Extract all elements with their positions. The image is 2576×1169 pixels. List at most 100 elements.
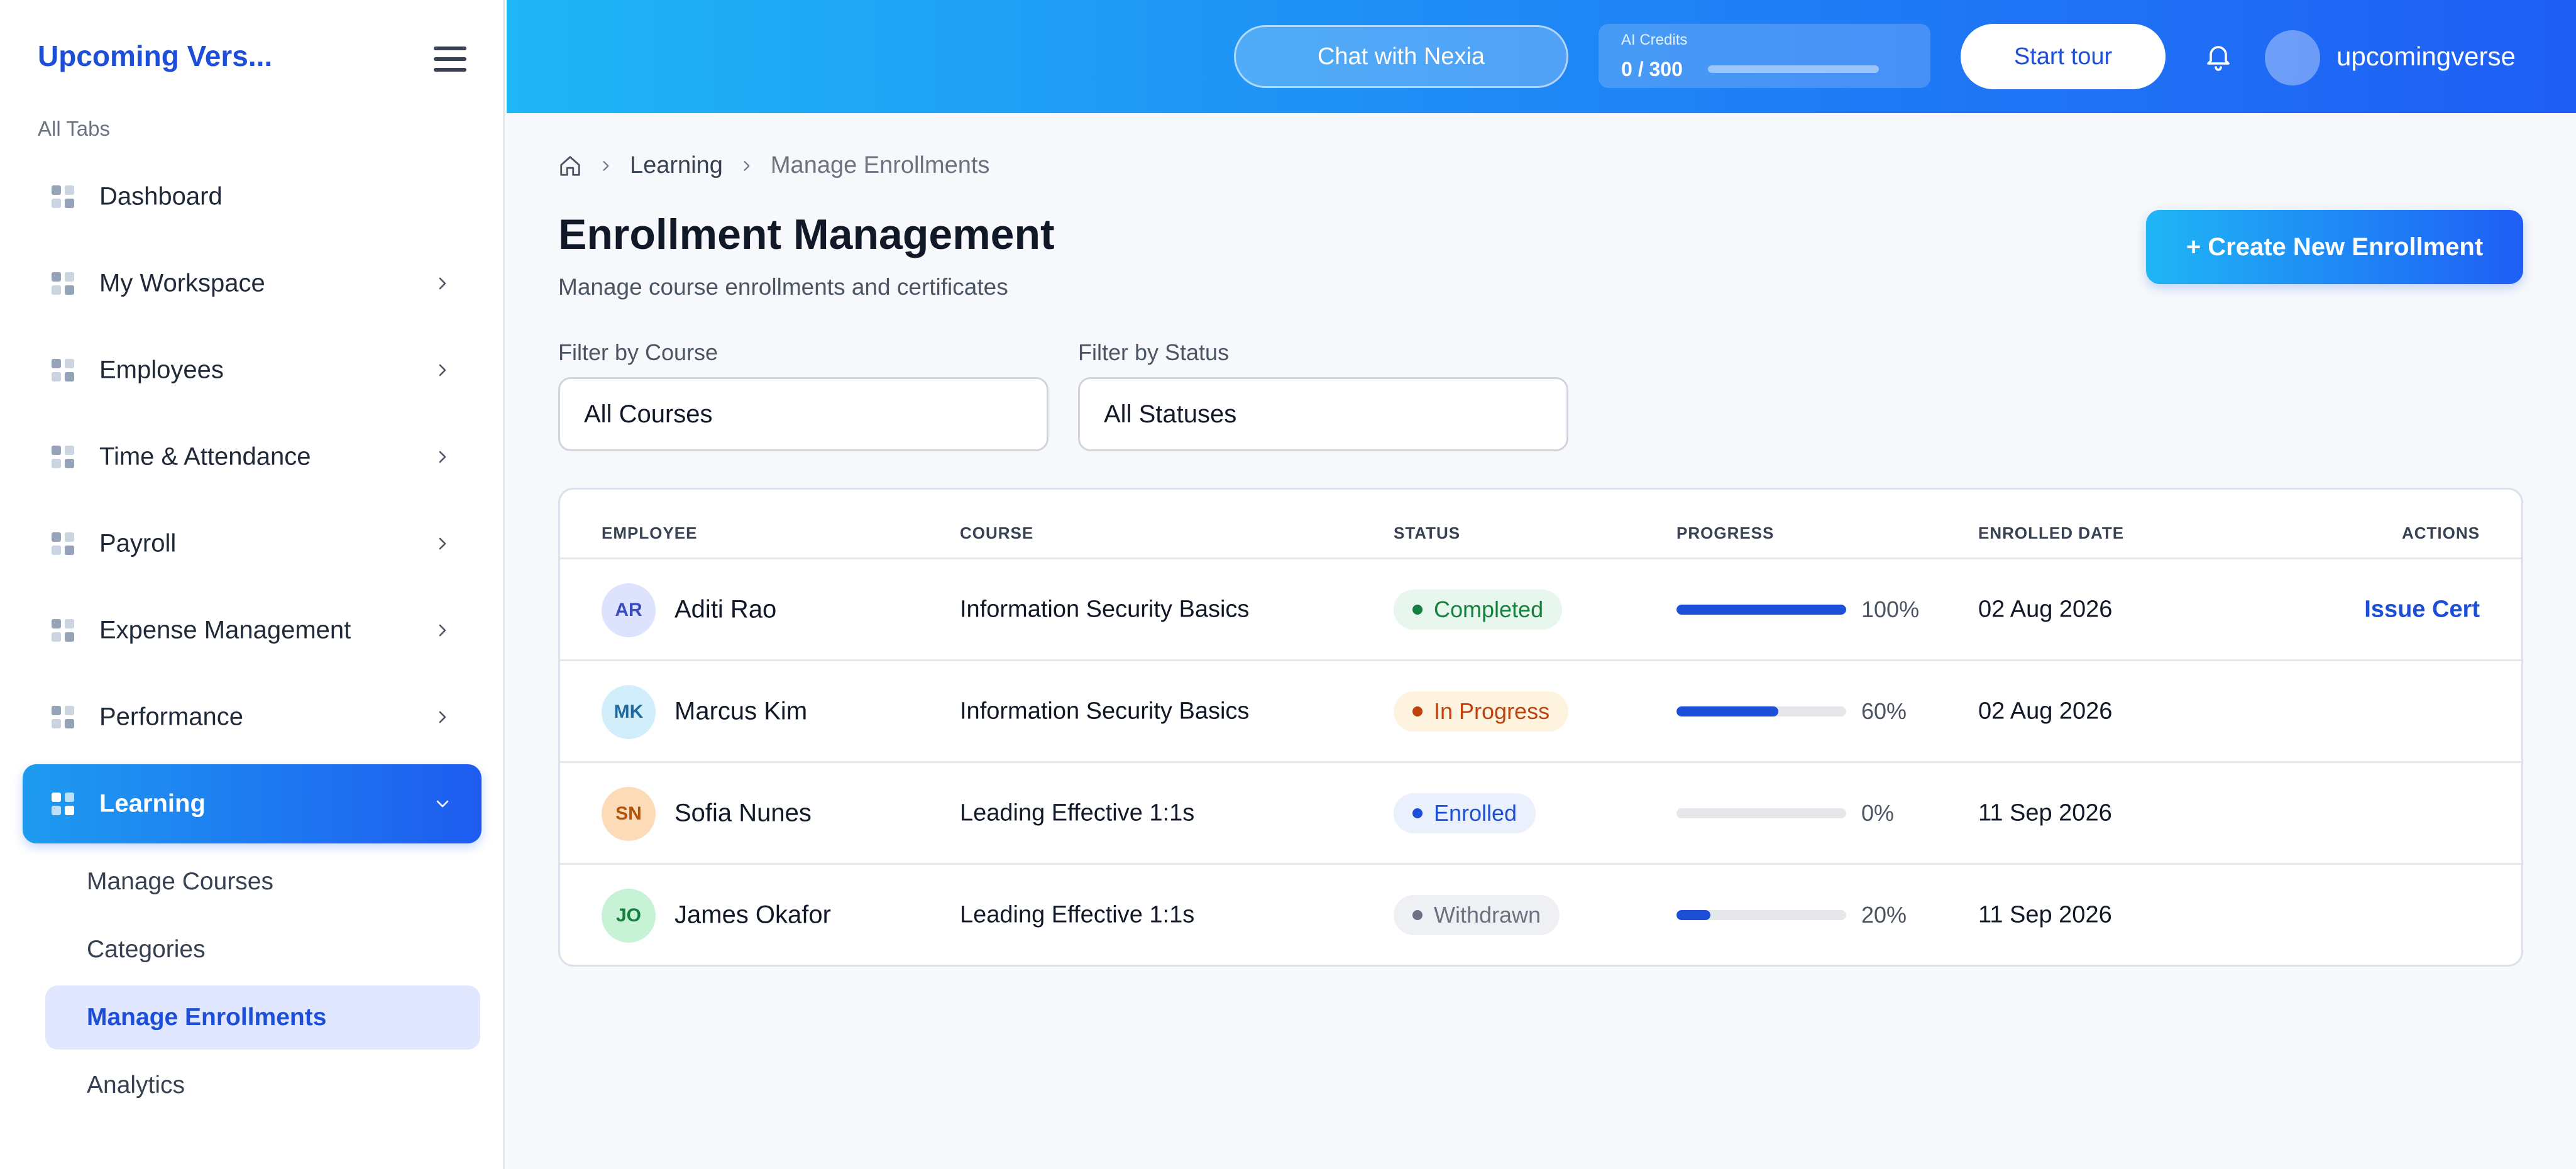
chevron-right-icon — [603, 160, 609, 171]
table-row[interactable]: JO James Okafor Leading Effective 1:1s W… — [560, 863, 2521, 965]
start-tour-button[interactable]: Start tour — [1961, 24, 2166, 89]
sidebar-item-expense-management[interactable]: Expense Management — [23, 591, 482, 670]
sidebar-subitem-categories[interactable]: Categories — [45, 918, 480, 982]
avatar: AR — [602, 583, 656, 637]
column-header-actions: ACTIONS — [2402, 524, 2480, 542]
employee-name: Aditi Rao — [674, 595, 777, 623]
status-badge: Withdrawn — [1394, 894, 1560, 935]
sidebar-item-performance[interactable]: Performance — [23, 678, 482, 757]
grid-icon — [52, 446, 74, 468]
grid-icon — [52, 359, 74, 381]
sidebar-item-label: Employees — [99, 356, 224, 384]
employee-name: Marcus Kim — [674, 697, 808, 725]
status-badge: Enrolled — [1394, 793, 1536, 833]
sidebar-subitem-manage-courses[interactable]: Manage Courses — [45, 850, 480, 914]
breadcrumb-current: Manage Enrollments — [770, 152, 990, 178]
progress-bar — [1676, 706, 1846, 716]
sidebar-item-label: Payroll — [99, 529, 177, 557]
enrolled-date: 02 Aug 2026 — [1978, 698, 2113, 724]
employee-name: James Okafor — [674, 901, 831, 928]
hamburger-menu-icon[interactable] — [434, 47, 466, 72]
sidebar-item-label: My Workspace — [99, 269, 265, 297]
create-enrollment-button[interactable]: + Create New Enrollment — [2146, 210, 2523, 284]
top-header: Chat with Nexia AI Credits 0 / 300 Start… — [507, 0, 2576, 113]
grid-icon — [52, 185, 74, 208]
sidebar-item-learning[interactable]: Learning — [23, 764, 482, 843]
sidebar-item-payroll[interactable]: Payroll — [23, 504, 482, 583]
username[interactable]: upcomingverse — [2337, 41, 2516, 72]
filter-status-label: Filter by Status — [1078, 339, 1230, 365]
progress-percent: 60% — [1861, 698, 1907, 724]
breadcrumb-link-learning[interactable]: Learning — [630, 152, 723, 179]
chevron-right-icon — [439, 537, 446, 550]
progress-bar — [1676, 604, 1846, 615]
enrollments-table: EMPLOYEE COURSE STATUS PROGRESS ENROLLED… — [558, 488, 2523, 967]
brand-name[interactable]: Upcoming Vers... — [38, 39, 272, 73]
course-name: Leading Effective 1:1s — [960, 799, 1195, 826]
sidebar-subitem-manage-enrollments[interactable]: Manage Enrollments — [45, 985, 480, 1050]
sidebar-subitem-label: Categories — [87, 936, 206, 963]
home-icon[interactable] — [558, 154, 582, 178]
table-row[interactable]: MK Marcus Kim Information Security Basic… — [560, 659, 2521, 761]
sidebar-item-employees[interactable]: Employees — [23, 331, 482, 410]
progress-percent: 100% — [1861, 596, 1920, 622]
progress-fill — [1676, 604, 1846, 615]
sidebar-item-my-workspace[interactable]: My Workspace — [23, 244, 482, 323]
grid-icon — [52, 619, 74, 642]
chevron-down-icon — [436, 800, 449, 808]
status-badge: In Progress — [1394, 691, 1569, 732]
grid-icon — [52, 706, 74, 728]
sidebar-subitem-label: Manage Courses — [87, 868, 273, 895]
credits-label: AI Credits — [1621, 31, 1688, 48]
enrolled-date: 11 Sep 2026 — [1978, 901, 2112, 928]
column-header-enrolled-date: ENROLLED DATE — [1978, 524, 2125, 542]
filter-status-select[interactable]: All Statuses — [1078, 377, 1568, 451]
table-row[interactable]: AR Aditi Rao Information Security Basics… — [560, 557, 2521, 659]
issue-cert-link[interactable]: Issue Cert — [2364, 596, 2480, 623]
avatar: MK — [602, 685, 656, 739]
grid-icon — [52, 793, 74, 815]
section-label: All Tabs — [38, 117, 110, 140]
credits-progress-bar — [1708, 65, 1879, 73]
employee-name: Sofia Nunes — [674, 799, 812, 826]
progress-fill — [1676, 909, 1710, 920]
sidebar-item-label: Expense Management — [99, 616, 351, 644]
column-header-course: COURSE — [960, 524, 1034, 542]
progress-percent: 20% — [1861, 901, 1907, 928]
avatar: SN — [602, 787, 656, 841]
column-header-employee: EMPLOYEE — [602, 524, 698, 542]
chevron-right-icon — [439, 624, 446, 637]
grid-icon — [52, 532, 74, 555]
sidebar-item-label: Dashboard — [99, 182, 223, 211]
enrolled-date: 11 Sep 2026 — [1978, 799, 2112, 826]
sidebar-item-dashboard[interactable]: Dashboard — [23, 157, 482, 236]
course-name: Leading Effective 1:1s — [960, 901, 1195, 928]
chevron-right-icon — [439, 364, 446, 376]
page-subtitle: Manage course enrollments and certificat… — [558, 274, 1008, 300]
grid-icon — [52, 272, 74, 295]
avatar[interactable] — [2265, 30, 2320, 85]
filter-course-select[interactable]: All Courses — [558, 377, 1049, 451]
chevron-right-icon — [744, 160, 750, 171]
sidebar: Upcoming Vers... All Tabs Dashboard My W… — [0, 0, 505, 1169]
progress-fill — [1676, 706, 1778, 716]
sidebar-item-time-attendance[interactable]: Time & Attendance — [23, 417, 482, 497]
table-row[interactable]: SN Sofia Nunes Leading Effective 1:1s En… — [560, 761, 2521, 863]
column-header-progress: PROGRESS — [1676, 524, 1775, 542]
sidebar-subitem-analytics[interactable]: Analytics — [45, 1053, 480, 1117]
breadcrumb: Learning Manage Enrollments — [558, 152, 989, 179]
course-name: Information Security Basics — [960, 596, 1250, 622]
ai-credits-widget[interactable]: AI Credits 0 / 300 — [1599, 24, 1930, 88]
avatar: JO — [602, 889, 656, 943]
filter-course-label: Filter by Course — [558, 339, 718, 365]
bell-icon[interactable] — [2203, 41, 2233, 73]
progress-bar — [1676, 909, 1846, 920]
column-header-status: STATUS — [1394, 524, 1461, 542]
course-name: Information Security Basics — [960, 698, 1250, 724]
chat-button[interactable]: Chat with Nexia — [1234, 25, 1568, 88]
chevron-right-icon — [439, 451, 446, 463]
credits-value: 0 / 300 — [1621, 58, 1683, 80]
sidebar-item-label: Performance — [99, 703, 243, 731]
sidebar-item-label: Learning — [99, 789, 206, 818]
status-badge: Completed — [1394, 589, 1563, 630]
